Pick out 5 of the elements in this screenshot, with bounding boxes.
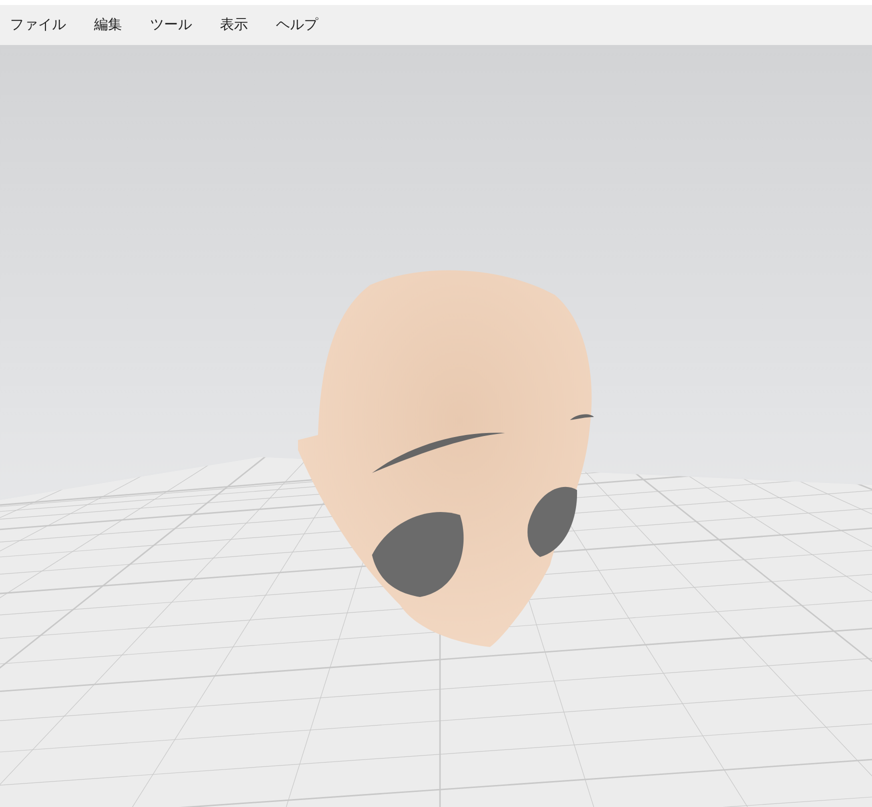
menu-item[interactable]: ツール <box>150 18 192 32</box>
menu-item[interactable]: 編集 <box>94 18 122 32</box>
menu-item[interactable]: 表示 <box>220 18 248 32</box>
menu-item[interactable]: ファイル <box>10 18 66 32</box>
menu-item[interactable]: ヘルプ <box>276 18 318 32</box>
